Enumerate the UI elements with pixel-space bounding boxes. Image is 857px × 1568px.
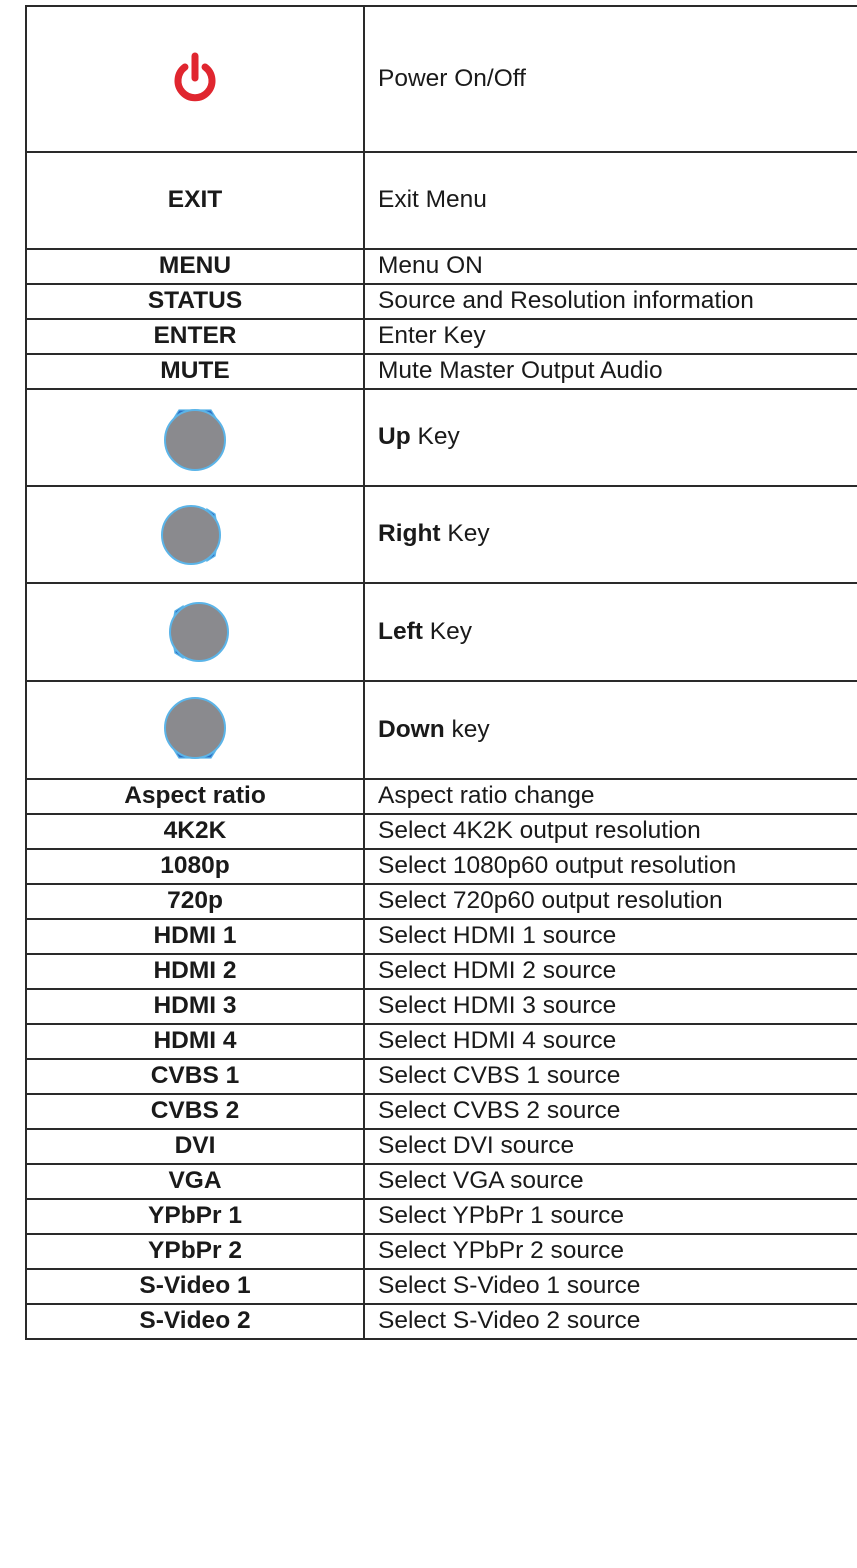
left-arrow-button-icon [169,602,229,662]
key-cell: EXIT [25,151,365,250]
key-cell [25,485,365,584]
table-row: DVI Select DVI source [25,1128,857,1165]
key-cell: HDMI 2 [25,953,365,990]
description-bold: Up [378,423,411,451]
table-row: ENTER Enter Key [25,318,857,355]
key-cell [25,5,365,153]
table-row: 720p Select 720p60 output resolution [25,883,857,920]
description-cell: Select YPbPr 1 source [363,1198,857,1235]
description-text: Key [422,617,472,645]
table-row: MUTE Mute Master Output Audio [25,353,857,390]
description-cell: Select VGA source [363,1163,857,1200]
key-cell: MUTE [25,353,365,390]
table-row: Right Key [25,485,857,584]
table-row: HDMI 3 Select HDMI 3 source [25,988,857,1025]
table-row: Aspect ratio Aspect ratio change [25,778,857,815]
table-row: Down key [25,680,857,780]
power-icon [174,52,216,102]
description-text: Key [440,520,490,548]
table-row: YPbPr 2 Select YPbPr 2 source [25,1233,857,1270]
key-cell: Aspect ratio [25,778,365,815]
key-cell [25,582,365,682]
key-cell: VGA [25,1163,365,1200]
description-cell: Down key [363,680,857,780]
key-cell [25,680,365,780]
key-cell: YPbPr 2 [25,1233,365,1270]
table-row: EXIT Exit Menu [25,151,857,250]
table-row: 4K2K Select 4K2K output resolution [25,813,857,850]
description-cell: Select 720p60 output resolution [363,883,857,920]
key-cell: 720p [25,883,365,920]
remote-key-table: Power On/Off EXIT Exit Menu MENU Menu ON… [25,5,857,1340]
key-cell [25,388,365,487]
description-text: Power On/Off [378,64,526,92]
up-arrow-button-icon [164,408,226,471]
description-cell: Select S-Video 2 source [363,1303,857,1340]
description-cell: Mute Master Output Audio [363,353,857,390]
key-cell: STATUS [25,283,365,320]
description-text: Key [410,423,460,451]
table-row: HDMI 1 Select HDMI 1 source [25,918,857,955]
key-cell: MENU [25,248,365,285]
description-cell: Power On/Off [363,5,857,153]
table-row: 1080p Select 1080p60 output resolution [25,848,857,885]
description-cell: Select YPbPr 2 source [363,1233,857,1270]
description-cell: Enter Key [363,318,857,355]
table-row: MENU Menu ON [25,248,857,285]
description-cell: Select CVBS 2 source [363,1093,857,1130]
key-cell: DVI [25,1128,365,1165]
description-cell: Select CVBS 1 source [363,1058,857,1095]
key-cell: 1080p [25,848,365,885]
key-cell: HDMI 3 [25,988,365,1025]
table-row: YPbPr 1 Select YPbPr 1 source [25,1198,857,1235]
description-cell: Exit Menu [363,151,857,250]
description-cell: Left Key [363,582,857,682]
description-text: key [444,715,490,743]
key-cell: S-Video 2 [25,1303,365,1340]
description-cell: Select HDMI 4 source [363,1023,857,1060]
description-cell: Select S-Video 1 source [363,1268,857,1305]
description-cell: Select HDMI 3 source [363,988,857,1025]
description-bold: Left [378,617,423,645]
key-cell: HDMI 4 [25,1023,365,1060]
table-row: Left Key [25,582,857,682]
description-cell: Up Key [363,388,857,487]
key-cell: 4K2K [25,813,365,850]
table-row: CVBS 1 Select CVBS 1 source [25,1058,857,1095]
down-arrow-button-icon [164,697,226,759]
table-row: HDMI 2 Select HDMI 2 source [25,953,857,990]
description-cell: Select HDMI 2 source [363,953,857,990]
description-cell: Select 4K2K output resolution [363,813,857,850]
table-row: HDMI 4 Select HDMI 4 source [25,1023,857,1060]
description-cell: Menu ON [363,248,857,285]
description-cell: Aspect ratio change [363,778,857,815]
table-row: Up Key [25,388,857,487]
description-cell: Select HDMI 1 source [363,918,857,955]
key-cell: HDMI 1 [25,918,365,955]
key-cell: S-Video 1 [25,1268,365,1305]
table-row: S-Video 1 Select S-Video 1 source [25,1268,857,1305]
table-row: S-Video 2 Select S-Video 2 source [25,1303,857,1340]
key-cell: CVBS 1 [25,1058,365,1095]
key-cell: YPbPr 1 [25,1198,365,1235]
table-row: VGA Select VGA source [25,1163,857,1200]
table-row: Power On/Off [25,5,857,153]
table-row: CVBS 2 Select CVBS 2 source [25,1093,857,1130]
description-bold: Down [378,715,445,743]
description-bold: Right [378,520,441,548]
key-cell: ENTER [25,318,365,355]
description-cell: Select 1080p60 output resolution [363,848,857,885]
description-cell: Source and Resolution information [363,283,857,320]
key-cell: CVBS 2 [25,1093,365,1130]
table-row: STATUS Source and Resolution information [25,283,857,320]
right-arrow-button-icon [161,504,221,565]
description-cell: Select DVI source [363,1128,857,1165]
description-cell: Right Key [363,485,857,584]
